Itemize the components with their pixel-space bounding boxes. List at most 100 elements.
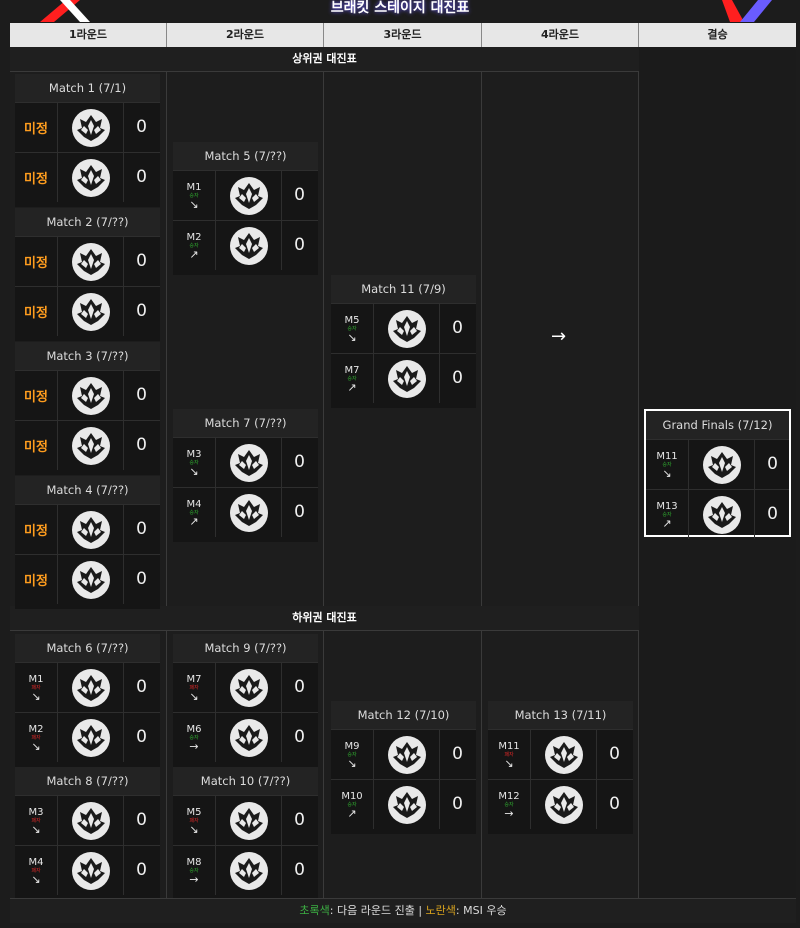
team-crest-icon — [57, 846, 124, 895]
match-title: Match 9 (7/??) — [173, 634, 318, 662]
team-slot-label: M1 승자 ↘ — [173, 171, 215, 220]
source-match-ref: M3 — [28, 806, 44, 818]
match-card-1[interactable]: Match 1 (7/1) 미정 0 미정 0 — [15, 74, 160, 207]
match-title: Match 1 (7/1) — [15, 74, 160, 102]
match-card-13[interactable]: Match 13 (7/11) M11 패자 ↘ 0 M12 승자 → 0 — [488, 701, 633, 834]
team-row[interactable]: 미정 0 — [15, 102, 160, 152]
pending-team-text: 미정 — [24, 172, 48, 187]
grand-finals-card[interactable]: Grand Finals (7/12) M11 승자 ↘ 0 M13 승자 ↗ 0 — [644, 409, 791, 539]
match-card-10[interactable]: Match 10 (7/??) M5 패자 ↘ 0 M8 승자 → 0 — [173, 767, 318, 900]
match-card-4[interactable]: Match 4 (7/??) 미정 0 미정 0 — [15, 476, 160, 609]
path-arrow-icon: ↘ — [189, 689, 199, 703]
team-slot-label: M3 승자 ↘ — [173, 438, 215, 487]
team-row[interactable]: 미정 0 — [15, 554, 160, 604]
team-score: 0 — [136, 385, 147, 405]
team-row[interactable]: 미정 0 — [15, 420, 160, 470]
match-card-7[interactable]: Match 7 (7/??) M3 승자 ↘ 0 M4 승자 ↗ 0 — [173, 409, 318, 542]
path-arrow-icon: ↘ — [662, 466, 672, 480]
team-crest-icon — [57, 663, 124, 712]
team-slot-label: M6 승자 → — [173, 713, 215, 762]
team-slot-label: 미정 — [15, 555, 57, 604]
team-row[interactable]: 미정 0 — [15, 286, 160, 336]
team-row[interactable]: M5 승자 ↘ 0 — [331, 303, 476, 353]
team-slot-label: 미정 — [15, 287, 57, 336]
match-card-5[interactable]: Match 5 (7/??) M1 승자 ↘ 0 M2 승자 ↗ 0 — [173, 142, 318, 275]
team-row[interactable]: M10 승자 ↗ 0 — [331, 779, 476, 829]
team-slot-label: 미정 — [15, 371, 57, 420]
team-crest-icon — [688, 440, 755, 489]
source-match-ref: M7 — [344, 364, 360, 376]
team-row[interactable]: M4 승자 ↗ 0 — [173, 487, 318, 537]
team-row[interactable]: M1 패자 ↘ 0 — [15, 662, 160, 712]
team-score: 0 — [767, 504, 778, 524]
team-slot-label: M4 승자 ↗ — [173, 488, 215, 537]
team-crest-icon — [215, 846, 282, 895]
team-slot-label: M5 패자 ↘ — [173, 796, 215, 845]
team-crest-icon — [57, 153, 124, 202]
source-match-ref: M11 — [498, 740, 520, 752]
team-row[interactable]: M9 승자 ↘ 0 — [331, 729, 476, 779]
team-score: 0 — [136, 117, 147, 137]
team-row[interactable]: M3 패자 ↘ 0 — [15, 795, 160, 845]
match-card-8[interactable]: Match 8 (7/??) M3 패자 ↘ 0 M4 패자 ↘ 0 — [15, 767, 160, 900]
match-card-9[interactable]: Match 9 (7/??) M7 패자 ↘ 0 M6 승자 → 0 — [173, 634, 318, 767]
source-match-ref: M13 — [656, 500, 678, 512]
team-row[interactable]: 미정 0 — [15, 236, 160, 286]
team-score: 0 — [136, 860, 147, 880]
team-row[interactable]: M13 승자 ↗ 0 — [646, 489, 789, 539]
team-score: 0 — [136, 519, 147, 539]
team-score: 0 — [136, 435, 147, 455]
team-slot-label: M1 패자 ↘ — [15, 663, 57, 712]
team-crest-icon — [373, 730, 440, 779]
team-row[interactable]: M4 패자 ↘ 0 — [15, 845, 160, 895]
team-score: 0 — [136, 251, 147, 271]
match-card-11[interactable]: Match 11 (7/9) M5 승자 ↘ 0 M7 승자 ↗ 0 — [331, 275, 476, 408]
team-row[interactable]: M5 패자 ↘ 0 — [173, 795, 318, 845]
source-match-ref: M11 — [656, 450, 678, 462]
match-title: Match 3 (7/??) — [15, 342, 160, 370]
team-row[interactable]: M11 승자 ↘ 0 — [646, 439, 789, 489]
round-header-3: 3라운드 — [324, 23, 482, 47]
path-arrow-icon: ↘ — [189, 197, 199, 211]
match-title: Match 11 (7/9) — [331, 275, 476, 303]
source-match-ref: M10 — [341, 790, 363, 802]
team-row[interactable]: M12 승자 → 0 — [488, 779, 633, 829]
path-arrow-icon: → — [189, 739, 199, 753]
round-header-2: 2라운드 — [167, 23, 324, 47]
team-row[interactable]: 미정 0 — [15, 504, 160, 554]
team-row[interactable]: M7 승자 ↗ 0 — [331, 353, 476, 403]
match-card-2[interactable]: Match 2 (7/??) 미정 0 미정 0 — [15, 208, 160, 341]
team-row[interactable]: M2 승자 ↗ 0 — [173, 220, 318, 270]
path-arrow-icon: ↘ — [189, 822, 199, 836]
legend-footer: 초록색: 다음 라운드 진출 | 노란색: MSI 우승 — [10, 898, 796, 923]
team-score: 0 — [136, 167, 147, 187]
source-match-ref: M2 — [28, 723, 44, 735]
team-slot-label: M5 승자 ↘ — [331, 304, 373, 353]
team-row[interactable]: M3 승자 ↘ 0 — [173, 437, 318, 487]
team-row[interactable]: 미정 0 — [15, 370, 160, 420]
match-card-12[interactable]: Match 12 (7/10) M9 승자 ↘ 0 M10 승자 ↗ 0 — [331, 701, 476, 834]
path-arrow-icon: ↗ — [189, 247, 199, 261]
team-row[interactable]: M6 승자 → 0 — [173, 712, 318, 762]
team-slot-label: 미정 — [15, 103, 57, 152]
team-score: 0 — [294, 235, 305, 255]
team-row[interactable]: M2 패자 ↘ 0 — [15, 712, 160, 762]
team-row[interactable]: M8 승자 → 0 — [173, 845, 318, 895]
team-row[interactable]: 미정 0 — [15, 152, 160, 202]
pending-team-text: 미정 — [24, 122, 48, 137]
team-row[interactable]: M11 패자 ↘ 0 — [488, 729, 633, 779]
advance-arrow: → — [551, 326, 567, 347]
source-match-ref: M8 — [186, 856, 202, 868]
match-card-6[interactable]: Match 6 (7/??) M1 패자 ↘ 0 M2 패자 ↘ 0 — [15, 634, 160, 767]
team-crest-icon — [530, 780, 597, 829]
team-slot-label: M12 승자 → — [488, 780, 530, 829]
path-arrow-icon: ↘ — [31, 739, 41, 753]
match-title: Match 12 (7/10) — [331, 701, 476, 729]
match-card-3[interactable]: Match 3 (7/??) 미정 0 미정 0 — [15, 342, 160, 475]
team-score: 0 — [136, 301, 147, 321]
round-header-4: 4라운드 — [482, 23, 639, 47]
team-row[interactable]: M1 승자 ↘ 0 — [173, 170, 318, 220]
source-match-ref: M1 — [186, 181, 202, 193]
team-crest-icon — [373, 780, 440, 829]
team-row[interactable]: M7 패자 ↘ 0 — [173, 662, 318, 712]
